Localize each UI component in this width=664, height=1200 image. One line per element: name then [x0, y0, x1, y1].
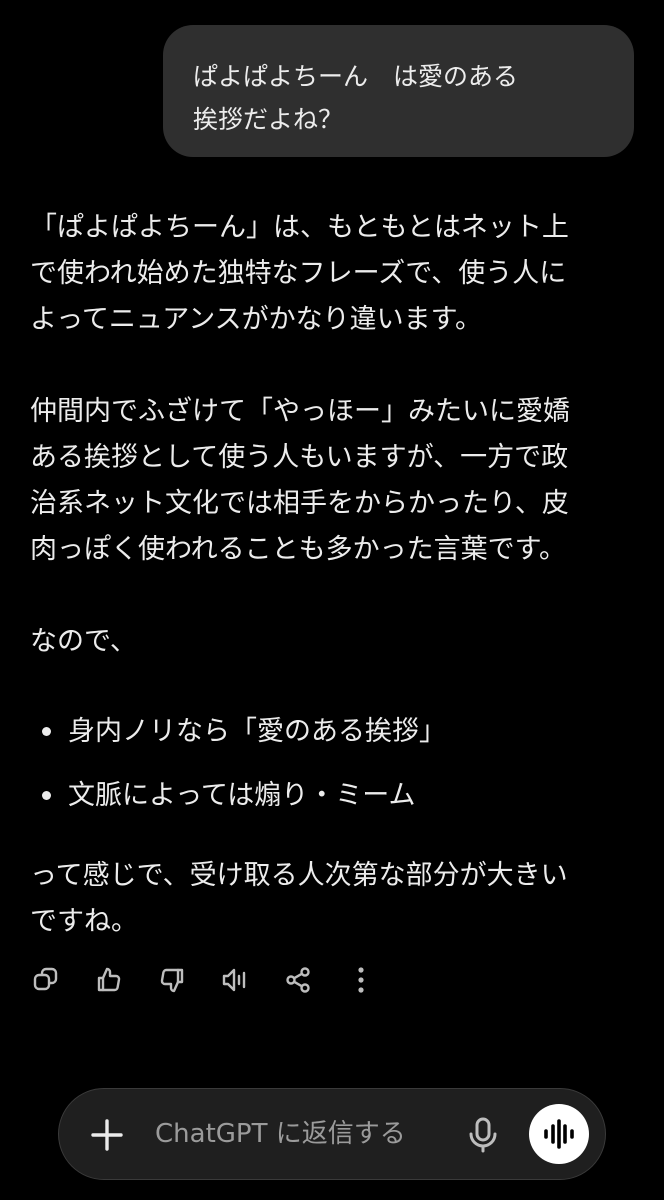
assistant-paragraph-4: って感じで、受け取る人次第な部分が大きい ですね。: [30, 853, 640, 945]
bullet-text: 身内ノリなら「愛のある挨拶」: [68, 716, 446, 747]
share-button[interactable]: [282, 964, 314, 996]
assistant-paragraph-2: 仲間内でふざけて「やっほー」みたいに愛嬌 ある挨拶として使う人もいますが、一方で…: [30, 389, 640, 573]
thumbs-down-icon: [160, 968, 184, 993]
assistant-text-line: で使われ始めた独特なフレーズで、使う人に: [30, 258, 567, 289]
assistant-bullet-list: 身内ノリなら「愛のある挨拶」 文脈によっては煽り・ミーム: [30, 709, 640, 819]
bullet-text: 文脈によっては煽り・ミーム: [68, 780, 416, 811]
attach-button[interactable]: [87, 1115, 127, 1155]
plus-icon: [91, 1119, 123, 1151]
message-composer: [58, 1088, 606, 1180]
bullet-dot-icon: [42, 791, 51, 800]
assistant-message: 「ぱよぱよちーん」は、もともとはネット上 で使われ始めた独特なフレーズで、使う人…: [30, 205, 640, 945]
bullet-item: 身内ノリなら「愛のある挨拶」: [30, 709, 640, 755]
read-aloud-icon: [222, 968, 246, 992]
bullet-item: 文脈によっては煽り・ミーム: [30, 773, 640, 819]
assistant-text-line: 仲間内でふざけて「やっほー」みたいに愛嬌: [30, 396, 570, 427]
thumbs-down-button[interactable]: [156, 964, 188, 996]
assistant-text-line: 治系ネット文化では相手をからかったり、皮: [30, 488, 569, 519]
assistant-text-line: ですね。: [30, 906, 138, 937]
bullet-dot-icon: [42, 727, 51, 736]
assistant-paragraph-3: なので、: [30, 626, 137, 657]
message-input[interactable]: [155, 1111, 435, 1157]
voice-mode-icon: [544, 1119, 574, 1149]
assistant-text-line: って感じで、受け取る人次第な部分が大きい: [30, 860, 568, 891]
user-message-bubble: ぱよぱよちーん は愛のある 挨拶だよね？: [163, 25, 634, 157]
voice-mode-button[interactable]: [529, 1104, 589, 1164]
read-aloud-button[interactable]: [219, 964, 251, 996]
share-icon: [286, 967, 310, 993]
assistant-text-line: ある挨拶として使う人もいますが、一方で政: [30, 442, 569, 473]
assistant-text-line: よってニュアンスがかなり違います。: [30, 304, 482, 335]
assistant-text-line: 「ぱよぱよちーん」は、もともとはネット上: [30, 212, 569, 243]
assistant-text-line: 肉っぽく使われることも多かった言葉です。: [30, 534, 566, 565]
assistant-paragraph-1: 「ぱよぱよちーん」は、もともとはネット上 で使われ始めた独特なフレーズで、使う人…: [30, 205, 640, 343]
more-options-icon: [358, 967, 364, 993]
microphone-icon: [469, 1117, 497, 1153]
message-action-bar: [30, 958, 408, 1002]
copy-icon: [33, 967, 58, 991]
user-message-line: ぱよぱよちーん は愛のある: [193, 62, 519, 91]
thumbs-up-icon: [97, 967, 121, 992]
user-message-line: 挨拶だよね？: [193, 105, 344, 134]
copy-button[interactable]: [30, 964, 62, 996]
more-options-button[interactable]: [345, 964, 377, 996]
dictate-button[interactable]: [463, 1115, 503, 1155]
thumbs-up-button[interactable]: [93, 964, 125, 996]
